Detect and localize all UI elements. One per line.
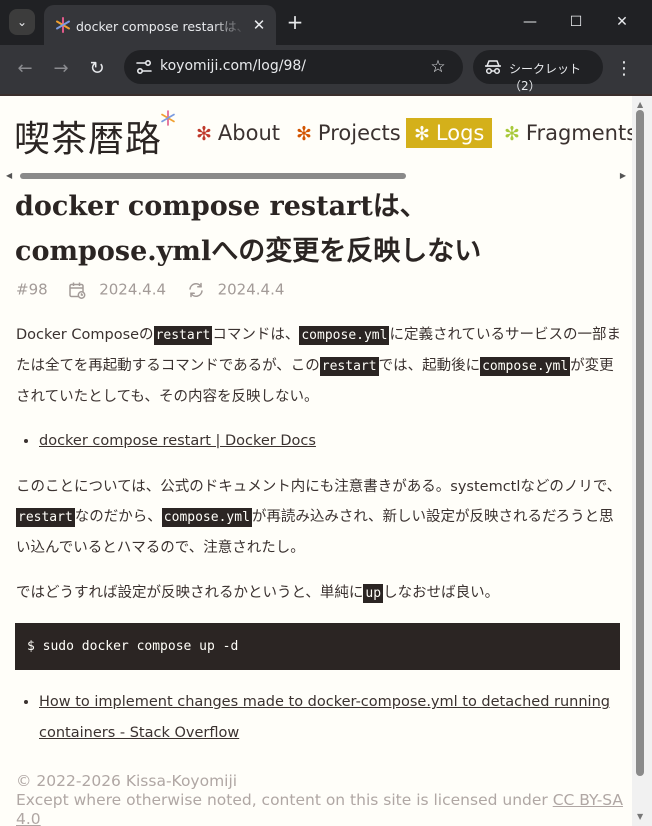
nav-logs[interactable]: ✻ Logs: [406, 118, 493, 148]
inline-code: compose.yml: [161, 508, 252, 527]
reference-list: How to implement changes made to docker-…: [16, 687, 619, 749]
text: しなおせば良い。: [383, 585, 500, 601]
scroll-left-icon[interactable]: ◀: [6, 171, 12, 180]
tab-favicon-icon: [56, 17, 70, 33]
site-footer: © 2022-2026 Kissa-Koyomiji Except where …: [16, 772, 632, 826]
nav-logs-label: Logs: [435, 121, 485, 145]
list-item: How to implement changes made to docker-…: [39, 687, 619, 749]
nav-projects[interactable]: ✻ Projects: [296, 118, 401, 148]
close-window-button[interactable]: ✕: [602, 9, 642, 35]
tab-search-button[interactable]: ⌄: [9, 9, 35, 35]
scroll-up-icon[interactable]: ▲: [637, 100, 643, 109]
article-number: #98: [16, 280, 48, 299]
site-info-icon[interactable]: [132, 55, 156, 79]
menu-icon[interactable]: ⋮: [612, 55, 636, 83]
asterisk-icon: ✻: [504, 123, 520, 145]
scroll-right-icon[interactable]: ▶: [620, 171, 626, 180]
article-paragraph: ではどうすれば設定が反映されるかというと、単純に up しなおせば良い。: [16, 578, 622, 609]
inline-code: restart: [16, 508, 75, 527]
incognito-label: シークレット（2）: [509, 62, 582, 93]
horizontal-scrollbar[interactable]: ◀ ▶: [6, 171, 626, 181]
stackoverflow-link[interactable]: How to implement changes made to docker-…: [39, 694, 610, 741]
nav-fragments-label: Fragments: [525, 121, 632, 145]
browser-chrome: ⌄ docker compose restartは、compose.ymlへの変…: [0, 0, 652, 94]
updated-date: 2024.4.4: [217, 280, 285, 299]
text: コマンドは、: [212, 327, 300, 343]
tab-title: docker compose restartは、compose.ymlへの変更を…: [76, 19, 246, 34]
text: では、起動後に: [378, 358, 481, 374]
maximize-button[interactable]: ☐: [556, 9, 596, 35]
new-tab-button[interactable]: +: [284, 9, 306, 35]
incognito-badge[interactable]: シークレット（2）: [473, 50, 603, 93]
back-button[interactable]: ←: [11, 55, 39, 83]
inline-code: compose.yml: [299, 326, 390, 345]
address-bar[interactable]: koyomiji.com/log/98/ ☆: [124, 50, 463, 84]
star-icon[interactable]: ☆: [426, 55, 450, 79]
nav-fragments[interactable]: ✻ Fragments: [504, 118, 632, 148]
forward-button[interactable]: →: [47, 55, 75, 83]
copyright-text: © 2022-2026 Kissa-Koyomiji: [16, 772, 238, 790]
vertical-scrollbar-thumb[interactable]: [636, 110, 644, 776]
nav-projects-label: Projects: [317, 121, 401, 145]
nav-about-label: About: [217, 121, 281, 145]
article-meta: #98 2024.4.4 2024.4.4: [16, 280, 284, 302]
code-block: $ sudo docker compose up -d: [15, 623, 620, 670]
horizontal-scrollbar-thumb[interactable]: [20, 173, 406, 179]
inline-code: up: [363, 584, 384, 603]
list-item: docker compose restart | Docker Docs: [39, 426, 632, 457]
text: なのだから、: [74, 509, 162, 525]
asterisk-icon: ✻: [196, 123, 212, 145]
asterisk-logo-icon: [161, 110, 175, 126]
text: このことについては、公式のドキュメント内にも注意書きがある。systemctlな…: [16, 479, 622, 495]
browser-tab[interactable]: docker compose restartは、compose.ymlへの変更を…: [44, 5, 276, 45]
inline-code: restart: [319, 357, 379, 376]
inline-code: compose.yml: [480, 357, 571, 376]
page-content: 喫茶暦路 ✻ About ✻ Projects ✻ Logs ✻ Fragments ◀…: [0, 96, 632, 826]
reload-button[interactable]: ↻: [83, 55, 111, 83]
license-prefix: Except where otherwise noted, content on…: [16, 791, 553, 809]
text: Docker Composeの: [16, 327, 154, 343]
tab-strip: ⌄ docker compose restartは、compose.ymlへの変…: [0, 0, 652, 45]
reference-list: docker compose restart | Docker Docs: [16, 426, 632, 457]
docker-docs-link[interactable]: docker compose restart | Docker Docs: [39, 433, 316, 449]
scroll-down-icon[interactable]: ▼: [637, 812, 643, 821]
asterisk-icon: ✻: [414, 123, 430, 145]
minimize-button[interactable]: —: [510, 9, 550, 35]
site-logo[interactable]: 喫茶暦路: [14, 110, 162, 162]
incognito-icon: [485, 60, 501, 75]
created-date: 2024.4.4: [99, 280, 167, 299]
license-text: Except where otherwise noted, content on…: [16, 791, 632, 826]
nav-about[interactable]: ✻ About: [196, 118, 280, 148]
article-paragraph: このことについては、公式のドキュメント内にも注意書きがある。systemctlな…: [16, 472, 622, 563]
url-text: koyomiji.com/log/98/: [160, 58, 306, 74]
refresh-icon: [189, 282, 203, 297]
asterisk-icon: ✻: [296, 123, 312, 145]
tab-close-icon[interactable]: ✕: [248, 14, 270, 36]
article-paragraph: Docker Composeの restart コマンドは、 compose.yml に…: [16, 320, 622, 412]
vertical-scrollbar[interactable]: ▲ ▼: [632, 96, 652, 826]
inline-code: restart: [153, 326, 213, 345]
calendar-icon: [69, 282, 86, 299]
article-title: docker compose restartは、compose.ymlへの変更を…: [15, 191, 482, 267]
browser-toolbar: ← → ↻ koyomiji.com/log/98/ ☆ シークレット（2） ⋮: [0, 45, 652, 94]
text: ではどうすれば設定が反映されるかというと、単純に: [16, 585, 364, 601]
